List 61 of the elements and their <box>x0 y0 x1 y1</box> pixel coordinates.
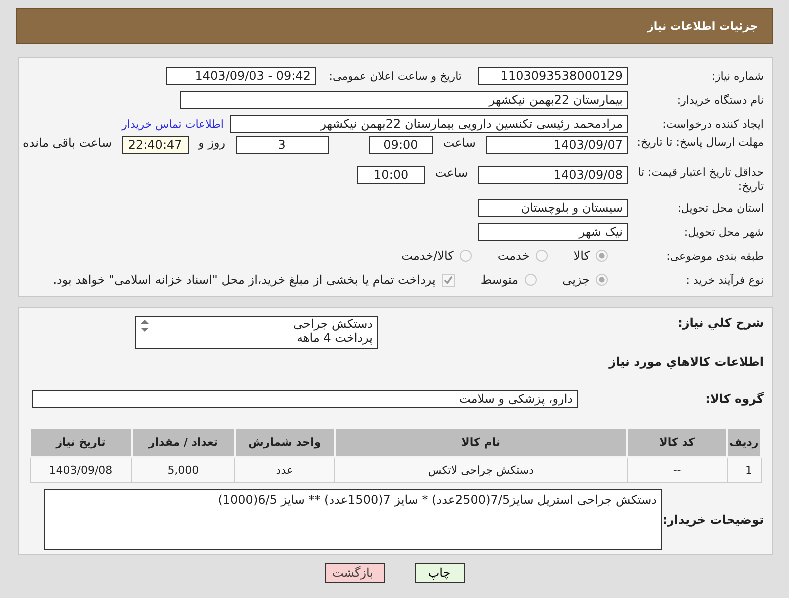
text-field[interactable]: 1403/09/03 - 09:42 <box>166 67 316 85</box>
text-field[interactable]: سیستان و بلوچستان <box>478 199 628 217</box>
text-field[interactable]: مرادمحمد رئیسی تکنسین دارویی بیمارستان 22بهمن نیکشهر <box>230 115 628 133</box>
days-field[interactable]: 3 <box>236 136 329 154</box>
checkbox-label: پرداخت تمام یا بخشی از مبلغ خرید،از محل "اسناد خزانه اسلامی" خواهد بود. <box>53 273 436 287</box>
table-cell: 1403/09/08 <box>30 457 132 482</box>
section-heading: اطلاعات كالاهاي مورد نياز <box>608 354 765 371</box>
radio-label: جزیی <box>562 273 590 287</box>
time-field[interactable]: 10:00 <box>357 166 426 184</box>
table-cell: دستکش جراحی لاتکس <box>334 457 628 482</box>
notes-textarea[interactable]: دستکش جراحی استریل سایز7/5(2500عدد) * سایز 7(1500عدد) ** سایز 6/5(1000) <box>44 489 662 550</box>
column-header: نام کالا <box>334 428 628 457</box>
text-field[interactable]: بیمارستان 22بهمن نیکشهر <box>180 91 628 109</box>
column-header: تعداد / مقدار <box>132 428 235 457</box>
field-label: گروه کالا: <box>704 392 765 406</box>
field-label: نوع فرآیند خرید : <box>685 274 765 286</box>
field-label: استان محل تحویل: <box>676 202 765 214</box>
field-label: شماره نیاز: <box>710 70 765 82</box>
radio-button[interactable] <box>596 274 608 286</box>
column-header: تاریخ نیاز <box>30 428 132 457</box>
field-label: ایجاد کننده درخواست: <box>662 118 765 130</box>
scroll-arrows-icon[interactable] <box>140 319 150 333</box>
radio-button[interactable] <box>596 250 608 262</box>
checkbox[interactable] <box>442 274 455 286</box>
text-field[interactable]: 1103093538000129 <box>478 67 628 85</box>
text-field[interactable]: نیک شهر <box>478 223 628 241</box>
column-header: ردیف <box>727 428 761 457</box>
field-label: طبقه بندی موضوعی: <box>666 250 765 262</box>
contact-link[interactable]: اطلاعات تماس خریدار <box>122 118 224 130</box>
field-label: روز و <box>197 136 227 150</box>
field-label: شهر محل تحویل: <box>683 226 765 238</box>
field-label: نام دستگاه خریدار: <box>676 94 765 106</box>
summary-textarea[interactable]: دستکش جراحی پرداخت 4 ماهه <box>135 316 378 349</box>
date-field[interactable]: 1403/09/07 <box>486 136 628 154</box>
field-label: حداقل تاریخ اعتبار قیمت: تا تاریخ: <box>637 166 765 194</box>
radio-button[interactable] <box>536 250 548 262</box>
field-label: مهلت ارسال پاسخ: تا تاریخ: <box>636 136 765 150</box>
table-cell: 1 <box>727 457 761 482</box>
table-cell: 5,000 <box>132 457 235 482</box>
countdown-field: 22:40:47 <box>122 136 189 154</box>
page-title: جزئیات اطلاعات نیاز <box>648 20 758 32</box>
radio-label: خدمت <box>498 249 530 263</box>
table-cell: -- <box>627 457 728 482</box>
radio-label: کالا/خدمت <box>402 249 454 263</box>
radio-label: متوسط <box>480 273 519 287</box>
column-header: کد کالا <box>627 428 728 457</box>
field-label: شرح کلي نياز: <box>677 316 765 330</box>
radio-label: کالا <box>574 249 590 263</box>
field-label: ساعت باقی مانده <box>22 136 114 150</box>
field-label: ساعت <box>434 166 469 180</box>
field-label: ساعت <box>442 136 477 150</box>
text-field[interactable]: دارو، پزشکی و سلامت <box>32 390 578 408</box>
radio-button[interactable] <box>460 250 472 262</box>
column-header: واحد شمارش <box>234 428 335 457</box>
table-cell: عدد <box>234 457 335 482</box>
time-field[interactable]: 09:00 <box>368 136 434 154</box>
date-field[interactable]: 1403/09/08 <box>478 166 628 184</box>
action-button[interactable]: بازگشت <box>324 563 384 583</box>
field-label: تاریخ و ساعت اعلان عمومی: <box>328 70 462 82</box>
radio-button[interactable] <box>524 274 537 286</box>
action-button[interactable]: چاپ <box>414 563 464 583</box>
